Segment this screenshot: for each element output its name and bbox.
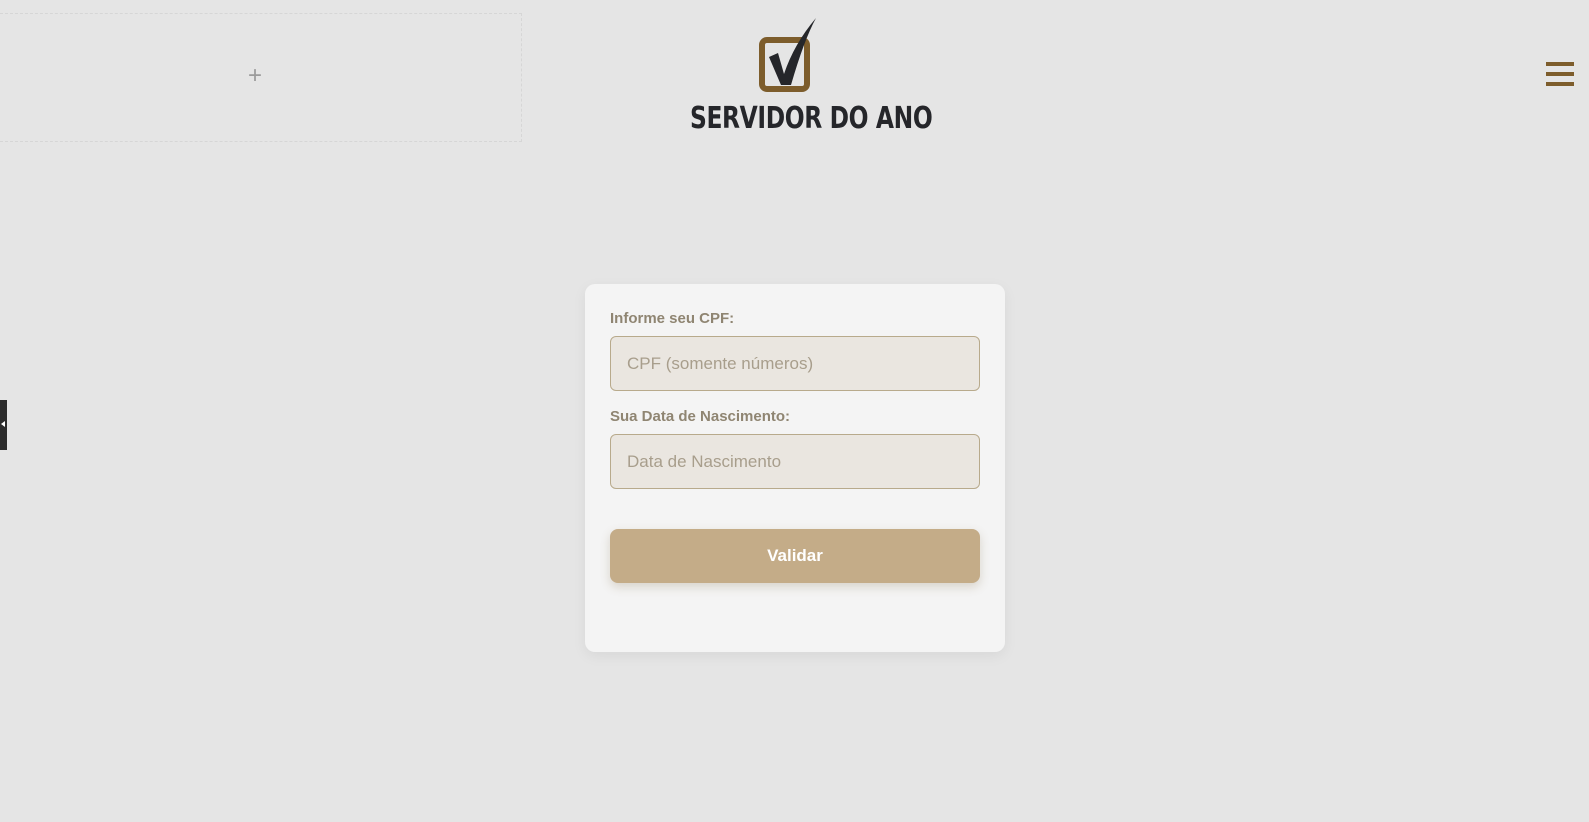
- add-icon[interactable]: +: [248, 64, 262, 88]
- side-panel-toggle[interactable]: [0, 400, 7, 450]
- cpf-label: Informe seu CPF:: [610, 310, 735, 327]
- birthdate-label: Sua Data de Nascimento:: [610, 408, 791, 425]
- empty-widget-area: +: [0, 13, 522, 142]
- hamburger-menu-icon[interactable]: [1546, 62, 1574, 88]
- validate-button[interactable]: Validar: [610, 529, 980, 583]
- validation-form-card: Informe seu CPF: Sua Data de Nascimento:…: [585, 284, 1005, 652]
- logo-text: SERVIDOR DO ANO: [690, 101, 933, 136]
- checkbox-check-icon: [759, 18, 816, 92]
- site-logo[interactable]: SERVIDOR DO ANO: [680, 14, 933, 139]
- birthdate-input[interactable]: [610, 434, 980, 489]
- cpf-input[interactable]: [610, 336, 980, 391]
